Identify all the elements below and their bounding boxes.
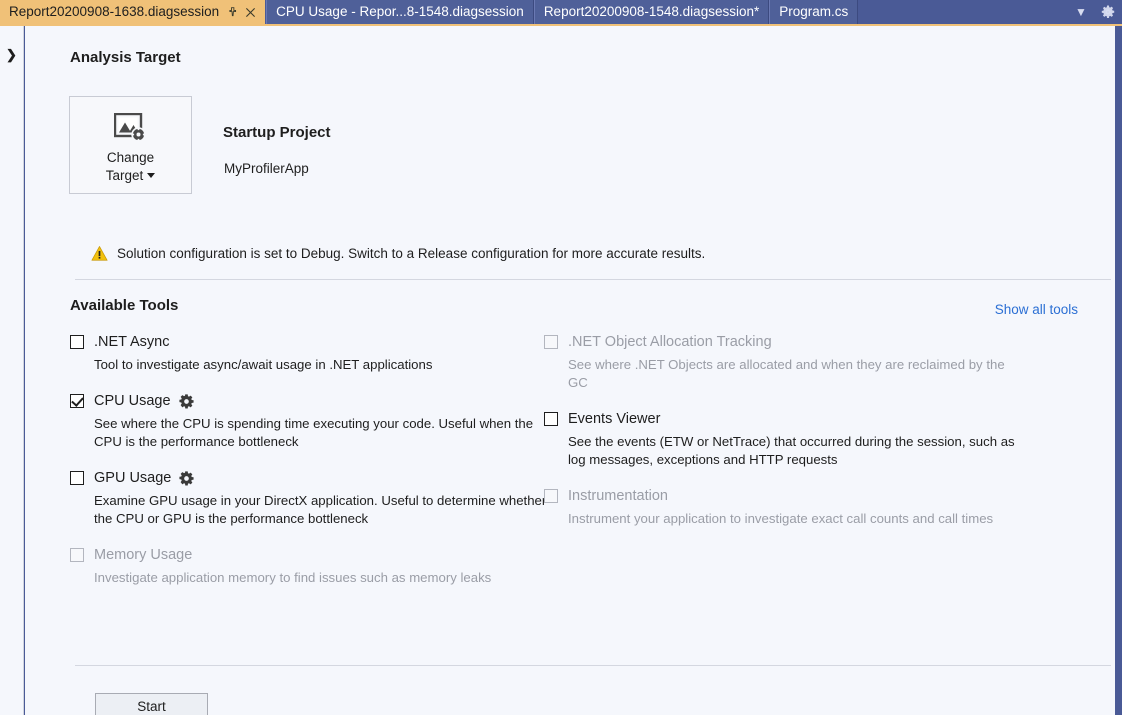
tab-label: CPU Usage - Repor...8-1548.diagsession [276,0,524,24]
tool-checkbox[interactable] [544,412,558,426]
tabs-container: Report20200908-1638.diagsession CPU Usage… [0,0,858,24]
tool-header: Instrumentation [544,486,1044,506]
startup-project-label: Startup Project [223,124,331,141]
tool-item: CPU Usage See where the CPU is spending t… [70,391,570,451]
change-target-icon [114,113,148,143]
tool-description: Examine GPU usage in your DirectX applic… [94,492,554,528]
configuration-warning-text: Solution configuration is set to Debug. … [117,245,705,262]
tool-item: Memory Usage Investigate application memo… [70,545,570,587]
gear-icon[interactable] [179,471,194,486]
tool-description: See where the CPU is spending time execu… [94,415,554,451]
tool-description: See the events (ETW or NetTrace) that oc… [568,433,1028,469]
tool-description: See where .NET Objects are allocated and… [568,356,1028,392]
tool-item: .NET Async Tool to investigate async/awai… [70,332,570,374]
tab-2[interactable]: Report20200908-1548.diagsession* [534,0,769,24]
tool-header: Memory Usage [70,545,570,565]
tools-column-right: .NET Object Allocation Tracking See where… [544,332,1044,545]
tool-title[interactable]: CPU Usage [94,393,171,409]
tool-header: .NET Async [70,332,570,352]
change-target-label-line1: Change [106,149,156,167]
change-target-labels: Change Target [106,149,156,185]
diagnostics-launch-page: Analysis Target [25,26,1118,715]
left-rail: ❯ [0,26,24,715]
tab-0[interactable]: Report20200908-1638.diagsession [0,0,266,24]
tool-title: Memory Usage [94,547,192,563]
tool-description: Tool to investigate async/await usage in… [94,356,554,374]
start-button[interactable]: Start [95,693,208,715]
tool-header: Events Viewer [544,409,1044,429]
tab-strip: Report20200908-1638.diagsession CPU Usage… [0,0,1122,24]
show-all-tools-link[interactable]: Show all tools [995,302,1078,317]
tool-item: GPU Usage Examine GPU usage in your Direc… [70,468,570,528]
tool-header: GPU Usage [70,468,570,488]
tool-title[interactable]: GPU Usage [94,470,171,486]
caret-down-icon [147,173,155,178]
divider-top [75,279,1111,280]
tool-header: CPU Usage [70,391,570,411]
startup-project-value: MyProfilerApp [224,161,309,176]
tab-settings-gear-icon[interactable] [1094,0,1122,24]
change-target-button[interactable]: Change Target [69,96,192,194]
tool-checkbox[interactable] [70,394,84,408]
tab-overflow-chevron-down-icon[interactable]: ▼ [1068,0,1094,24]
tab-label: Report20200908-1548.diagsession* [544,0,759,24]
tool-checkbox [70,548,84,562]
tab-strip-spacer [858,0,1068,24]
tool-title[interactable]: .NET Async [94,334,169,350]
analysis-target-heading: Analysis Target [70,49,181,66]
tool-title: .NET Object Allocation Tracking [568,334,772,350]
tool-title: Instrumentation [568,488,668,504]
configuration-warning: Solution configuration is set to Debug. … [91,245,705,262]
tool-checkbox[interactable] [70,471,84,485]
tool-checkbox [544,489,558,503]
tab-1[interactable]: CPU Usage - Repor...8-1548.diagsession [266,0,534,24]
tools-column-left: .NET Async Tool to investigate async/awai… [70,332,570,604]
close-icon[interactable] [245,7,256,18]
divider-bottom [75,665,1111,666]
pin-icon[interactable] [227,7,238,18]
gear-icon[interactable] [179,394,194,409]
tool-checkbox [544,335,558,349]
tool-checkbox[interactable] [70,335,84,349]
chevron-right-icon[interactable]: ❯ [6,48,17,61]
tool-item: Events Viewer See the events (ETW or NetT… [544,409,1044,469]
warning-triangle-icon [91,245,108,262]
tool-header: .NET Object Allocation Tracking [544,332,1044,352]
available-tools-heading: Available Tools [70,297,178,314]
tool-item: .NET Object Allocation Tracking See where… [544,332,1044,392]
tab-label: Report20200908-1638.diagsession [9,0,219,24]
tool-title[interactable]: Events Viewer [568,411,660,427]
tab-3[interactable]: Program.cs [769,0,858,24]
change-target-label-line2: Target [106,167,156,185]
tab-label: Program.cs [779,0,848,24]
tool-item: Instrumentation Instrument your applicati… [544,486,1044,528]
tool-description: Investigate application memory to find i… [94,569,554,587]
tool-description: Instrument your application to investiga… [568,510,1028,528]
